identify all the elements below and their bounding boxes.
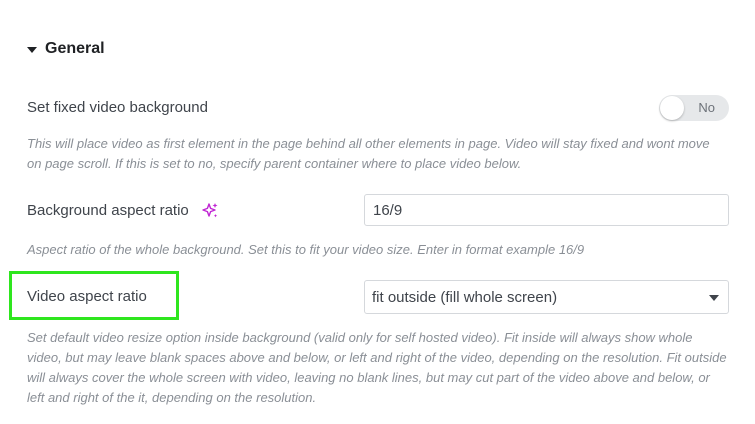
bg-aspect-input[interactable]	[364, 194, 729, 226]
bg-aspect-description: Aspect ratio of the whole background. Se…	[27, 242, 585, 257]
bg-aspect-label: Background aspect ratio	[27, 202, 189, 219]
fixed-bg-toggle[interactable]: No	[659, 95, 729, 121]
toggle-state-text: No	[698, 100, 715, 115]
chevron-down-icon	[709, 295, 719, 301]
fixed-bg-label: Set fixed video background	[27, 99, 208, 116]
video-aspect-selected: fit outside (fill whole screen)	[372, 289, 558, 306]
video-aspect-select[interactable]: fit outside (fill whole screen)	[364, 280, 729, 314]
caret-down-icon	[27, 46, 37, 53]
toggle-knob	[660, 96, 684, 120]
section-toggle-general[interactable]: General	[27, 40, 105, 58]
section-title: General	[45, 40, 105, 57]
video-aspect-description: Set default video resize option inside b…	[27, 330, 727, 405]
highlight-box	[9, 271, 179, 320]
fixed-bg-description: This will place video as first element i…	[27, 136, 710, 171]
ai-sparkle-icon[interactable]	[201, 202, 219, 220]
